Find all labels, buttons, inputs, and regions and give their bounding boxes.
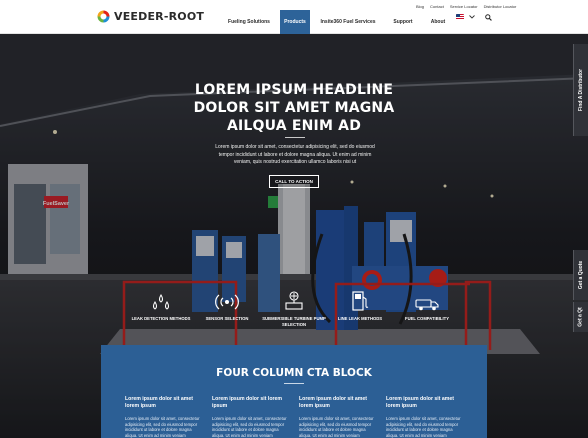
feature-label: SENSOR SELECTION (205, 316, 249, 321)
cta-column-heading: Lorem ipsum dolor sit amet lorem ipsum (386, 396, 455, 409)
brand-name: VEEDER-ROOT (114, 10, 205, 23)
feature-label: LEAK DETECTION METHODS (131, 316, 191, 321)
cta-column-2[interactable]: Lorem ipsum dolor sit lorem ipsum Lorem … (212, 396, 288, 438)
cta-column-body: Lorem ipsum dolor sit amet, consectetur … (125, 416, 200, 438)
fuel-pump-icon (352, 291, 369, 311)
feature-label: SUBMERSIBLE TURBINE PUMP SELECTION (262, 316, 326, 327)
find-distributor-tab[interactable]: Find A Distributor (573, 44, 588, 136)
cta-column-body: Lorem ipsum dolor sit amet, consectetur … (386, 416, 461, 438)
site-header: VEEDER-ROOT Blog Contact Service Locator… (0, 0, 588, 34)
chevron-down-icon (469, 15, 475, 19)
hero-headline: LOREM IPSUM HEADLINE DOLOR SIT AMET MAGN… (193, 82, 395, 134)
cta-column-heading: Lorem ipsum dolor sit amet lorem ipsum (125, 396, 194, 409)
search-icon[interactable] (485, 14, 492, 21)
sensor-icon (215, 294, 239, 310)
pump-icon (285, 291, 303, 310)
get-a-qt-tab[interactable]: Get a Qt (573, 302, 588, 332)
four-column-cta-block: FOUR COLUMN CTA BLOCK Lorem ipsum dolor … (101, 345, 487, 438)
call-to-action-button[interactable]: CALL TO ACTION (269, 175, 319, 188)
feature-sensor-selection[interactable]: SENSOR SELECTION (194, 290, 260, 322)
feature-label: FUEL COMPATIBILITY (405, 316, 449, 321)
utility-link-contact[interactable]: Contact (430, 4, 444, 9)
cta-column-heading: Lorem ipsum dolor sit lorem ipsum (212, 396, 283, 409)
get-a-quote-tab[interactable]: Get a Quote (573, 250, 588, 300)
droplets-icon (153, 294, 169, 310)
us-flag-icon (456, 14, 464, 20)
feature-fuel-compatibility[interactable]: FUEL COMPATIBILITY (394, 290, 460, 322)
get-a-qt-label: Get a Qt (578, 307, 585, 327)
cta-column-3[interactable]: Lorem ipsum dolor sit amet lorem ipsum L… (299, 396, 375, 438)
utility-link-distributor-locator[interactable]: Distributor Locator (484, 4, 517, 9)
language-selector[interactable] (456, 14, 475, 20)
logo-mark-icon (97, 10, 110, 23)
feature-label: LINE LEAK METHODS (337, 316, 383, 321)
cta-column-body: Lorem ipsum dolor sit amet, consectetur … (212, 416, 287, 438)
nav-item-products[interactable]: Products (280, 10, 310, 34)
utility-links: Blog Contact Service Locator Distributor… (416, 4, 516, 9)
feature-leak-detection[interactable]: LEAK DETECTION METHODS (128, 290, 194, 322)
brand-logo[interactable]: VEEDER-ROOT (96, 9, 204, 24)
cta-column-1[interactable]: Lorem ipsum dolor sit amet lorem ipsum L… (125, 396, 201, 438)
hero-divider (285, 137, 305, 138)
cta-column-body: Lorem ipsum dolor sit amet, consectetur … (299, 416, 374, 438)
nav-item-insite360[interactable]: Insite360 Fuel Services (312, 10, 384, 34)
feature-line-leak[interactable]: LINE LEAK METHODS (327, 290, 393, 322)
nav-item-support[interactable]: Support (386, 10, 420, 34)
utility-link-service-locator[interactable]: Service Locator (450, 4, 478, 9)
utility-link-blog[interactable]: Blog (416, 4, 424, 9)
feature-turbine-pump[interactable]: SUBMERSIBLE TURBINE PUMP SELECTION (261, 290, 327, 327)
truck-icon (415, 299, 439, 311)
cta-divider (284, 383, 304, 384)
nav-item-about[interactable]: About (426, 10, 450, 34)
main-nav: Fueling Solutions Products Insite360 Fue… (220, 10, 450, 34)
cta-column-heading: Lorem ipsum dolor sit amet lorem ipsum (299, 396, 368, 409)
get-a-quote-label: Get a Quote (578, 260, 584, 290)
find-distributor-label: Find A Distributor (578, 68, 584, 112)
hero-body-text: Lorem ipsum dolor sit amet, consectetur … (215, 144, 375, 165)
nav-item-fueling-solutions[interactable]: Fueling Solutions (220, 10, 278, 34)
cta-block-title: FOUR COLUMN CTA BLOCK (216, 367, 372, 379)
cta-column-4[interactable]: Lorem ipsum dolor sit amet lorem ipsum L… (386, 396, 462, 438)
